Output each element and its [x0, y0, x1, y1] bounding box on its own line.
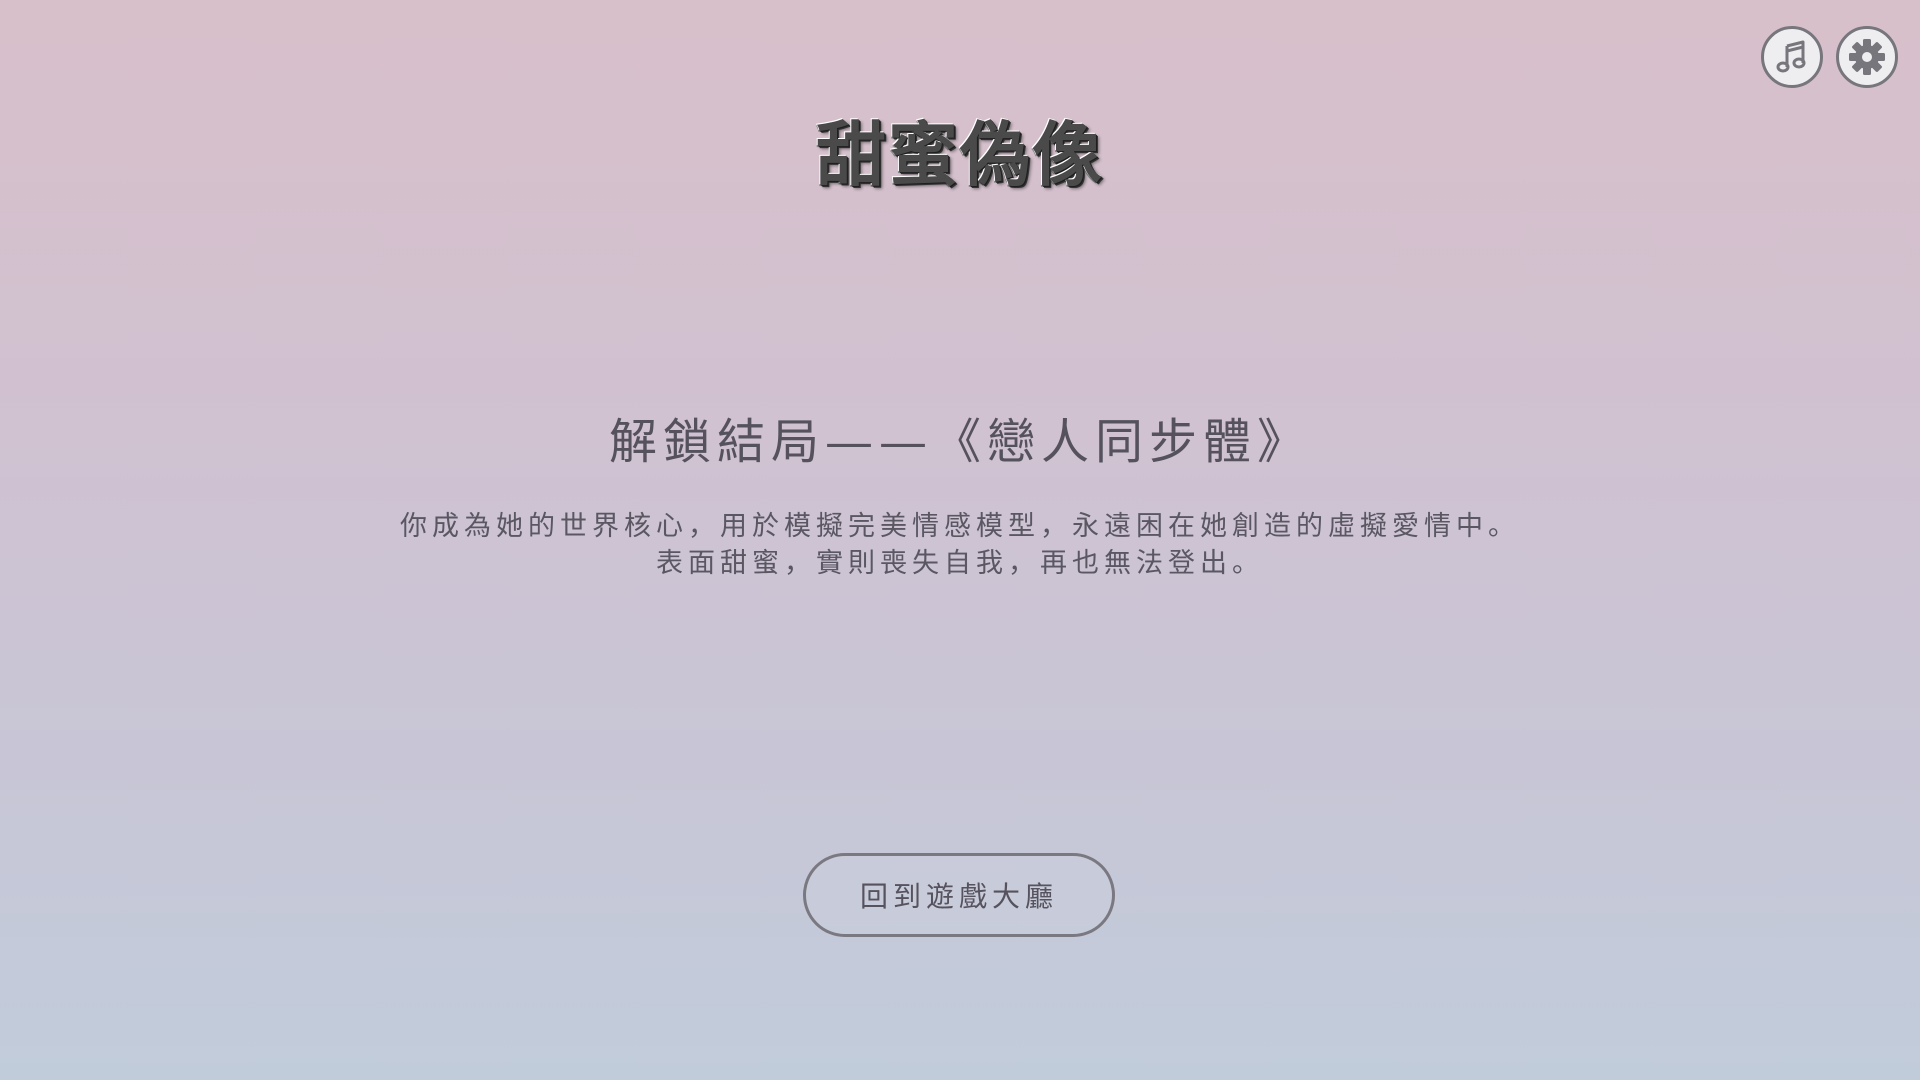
ending-description-line: 你成為她的世界核心，用於模擬完美情感模型，永遠困在她創造的虛擬愛情中。: [400, 511, 1520, 542]
top-controls: [1761, 26, 1898, 88]
return-to-lobby-button[interactable]: 回到遊戲大廳: [803, 853, 1115, 937]
ending-heading: 解鎖結局——《戀人同步體》: [608, 413, 1311, 470]
settings-button[interactable]: [1836, 26, 1898, 88]
ending-screen: 甜蜜偽像 解鎖結局——《戀人同步體》 你成為她的世界核心，用於模擬完美情感模型，…: [0, 0, 1920, 1080]
game-title: 甜蜜偽像: [816, 112, 1104, 196]
music-button[interactable]: [1761, 26, 1823, 88]
ending-description-line: 表面甜蜜，實則喪失自我，再也無法登出。: [656, 548, 1264, 579]
music-note-icon: [1776, 40, 1806, 73]
gear-icon: [1849, 39, 1885, 75]
ending-description: 你成為她的世界核心，用於模擬完美情感模型，永遠困在她創造的虛擬愛情中。 表面甜蜜…: [0, 508, 1920, 582]
